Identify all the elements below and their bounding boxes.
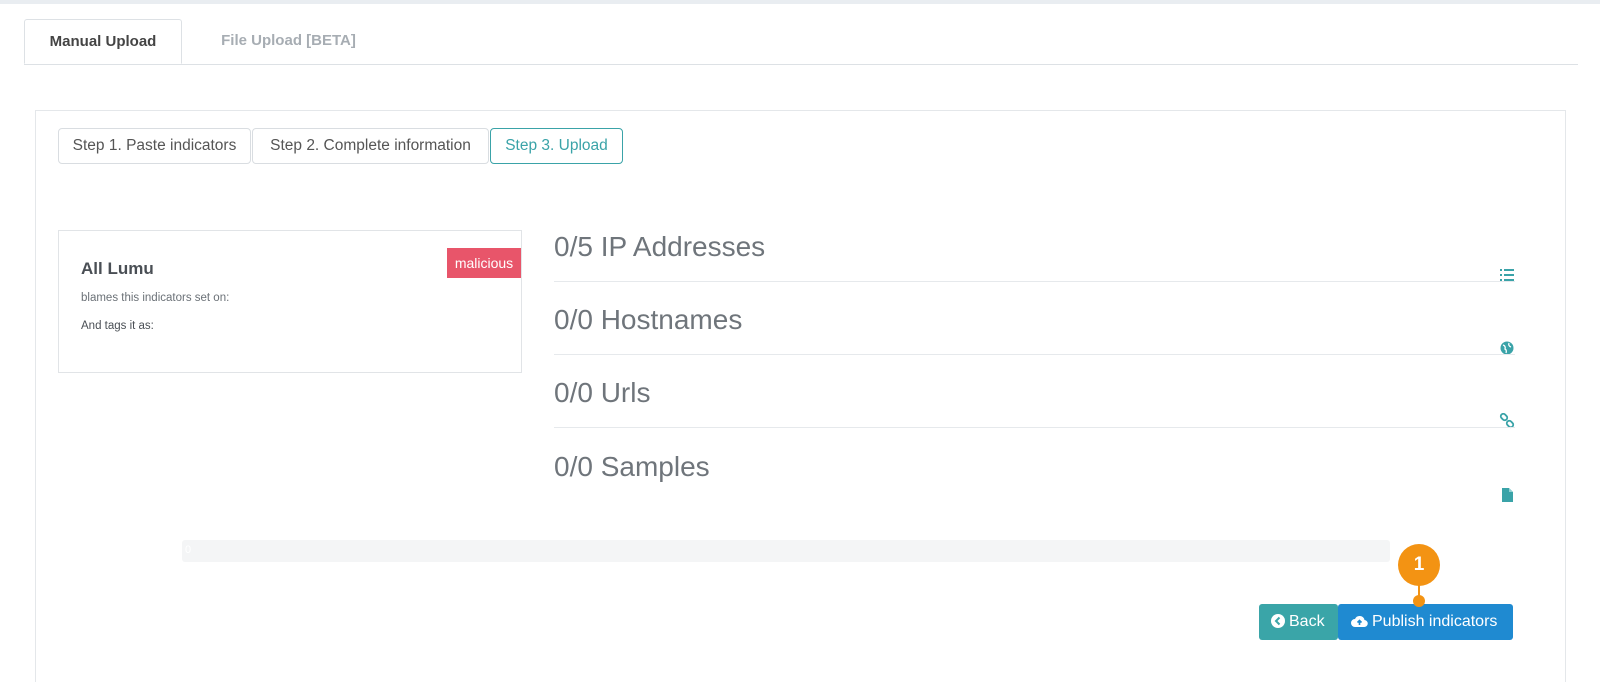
publish-indicators-button[interactable]: Publish indicators [1338, 604, 1513, 640]
file-icon [1499, 487, 1515, 503]
stat-label: 0/0 Samples [554, 451, 710, 482]
top-bar [0, 0, 1600, 4]
stat-label: 0/5 IP Addresses [554, 231, 766, 262]
malicious-badge: malicious [447, 248, 521, 278]
divider [554, 281, 1515, 282]
divider [554, 354, 1515, 355]
upload-tabs: Manual Upload File Upload [BETA] [24, 19, 1578, 65]
tab-file-upload[interactable]: File Upload [BETA] [206, 19, 371, 63]
progress-value: 0 [185, 544, 192, 556]
stat-hostnames: 0/0 Hostnames [554, 304, 1515, 355]
annotation-marker: 1 [1398, 544, 1440, 586]
step-upload[interactable]: Step 3. Upload [490, 128, 623, 164]
divider [554, 427, 1515, 428]
back-label: Back [1289, 613, 1325, 630]
blames-text: blames this indicators set on: [81, 292, 230, 304]
chevron-left-circle-icon [1271, 614, 1285, 628]
back-button[interactable]: Back [1259, 604, 1338, 640]
stat-label: 0/0 Hostnames [554, 304, 743, 335]
upload-panel: Step 1. Paste indicators Step 2. Complet… [35, 110, 1566, 682]
tab-manual-upload[interactable]: Manual Upload [24, 19, 182, 64]
stat-ip-addresses: 0/5 IP Addresses [554, 231, 1515, 282]
annotation-dot [1413, 595, 1425, 607]
source-title: All Lumu [81, 259, 154, 278]
stat-urls: 0/0 Urls [554, 377, 1515, 429]
publish-label: Publish indicators [1372, 613, 1498, 630]
cloud-upload-icon [1351, 615, 1368, 628]
stat-label: 0/0 Urls [554, 377, 651, 408]
stat-samples: 0/0 Samples [554, 451, 1515, 503]
upload-progress-bar: 0 [182, 540, 1390, 562]
step-complete-information[interactable]: Step 2. Complete information [252, 128, 489, 164]
source-card: All Lumu malicious blames this indicator… [58, 230, 522, 373]
tags-text: And tags it as: [81, 320, 154, 332]
step-paste-indicators[interactable]: Step 1. Paste indicators [58, 128, 251, 164]
